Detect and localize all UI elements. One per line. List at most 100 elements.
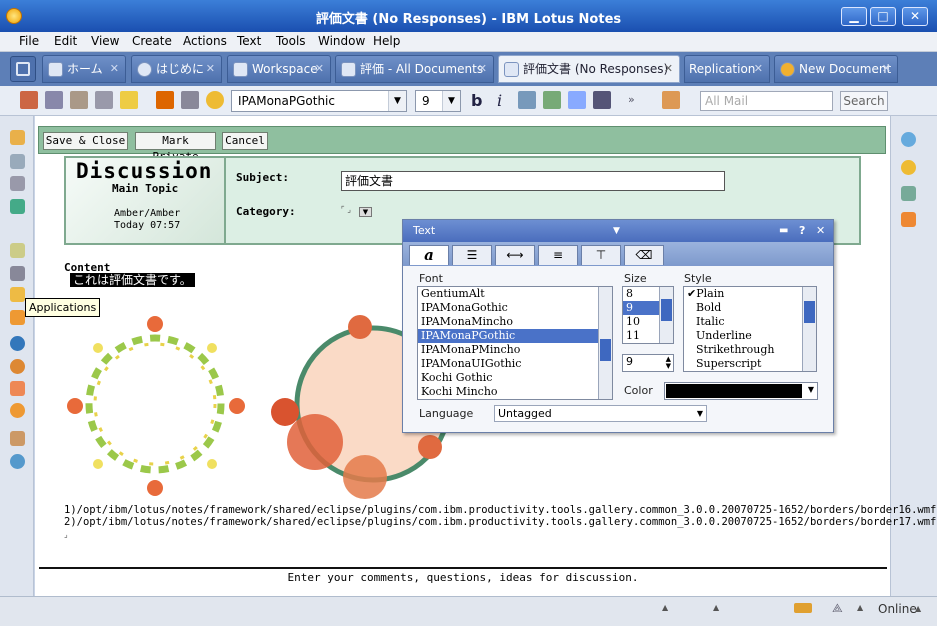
font-size-selector[interactable]: 9 ▼ <box>415 90 461 112</box>
mark-private-button[interactable]: Mark Private <box>135 132 216 163</box>
maximize-button[interactable]: □ <box>870 7 896 26</box>
style-list-item[interactable]: Italic <box>684 315 816 329</box>
subject-field[interactable]: 評価文書 <box>341 171 725 191</box>
outdent-icon[interactable] <box>568 91 586 109</box>
style-list-item-checked[interactable]: ✔Plain <box>684 287 816 301</box>
copy-icon[interactable] <box>45 91 63 109</box>
workspace-icon[interactable] <box>10 266 25 281</box>
new-icon[interactable] <box>120 91 138 109</box>
tab-document-active[interactable]: 評価文書 (No Responses) ✕ <box>498 55 680 83</box>
home-icon[interactable] <box>10 431 25 446</box>
font-list-item[interactable]: IPAMonaUIGothicŦ <box>418 357 612 371</box>
menu-actions[interactable]: Actions <box>183 34 227 48</box>
indent-icon[interactable] <box>543 91 561 109</box>
close-tab-icon[interactable]: ✕ <box>882 56 891 82</box>
location-icon[interactable]: ⟁ <box>832 601 843 616</box>
style-list[interactable]: ✔Plain Bold Italic Underline Strikethrou… <box>683 286 817 372</box>
menu-file[interactable]: File <box>19 34 39 48</box>
paragraph-hide-tab[interactable]: ≡ <box>538 245 578 265</box>
status-up-arrow-icon[interactable]: ▲ <box>662 603 668 612</box>
style-list-scrollbar[interactable] <box>802 287 816 371</box>
open-list-button[interactable] <box>10 56 36 82</box>
paste-special-icon[interactable] <box>95 91 113 109</box>
replication-icon[interactable] <box>10 243 25 258</box>
tab-home[interactable]: ホーム ✕ <box>42 55 126 83</box>
bullet-list-icon[interactable] <box>593 91 611 109</box>
cut-icon[interactable] <box>20 91 38 109</box>
tab-getting-started[interactable]: はじめに ✕ <box>131 55 222 83</box>
rss-feed-icon[interactable] <box>901 212 916 227</box>
mail-icon[interactable] <box>10 130 25 145</box>
todo-icon[interactable] <box>10 199 25 214</box>
online-status[interactable]: Online <box>878 602 917 616</box>
menu-edit[interactable]: Edit <box>54 34 77 48</box>
font-list-item-selected[interactable]: IPAMonaPGothicŦ <box>418 329 612 343</box>
activities-icon[interactable] <box>901 160 916 175</box>
language-selector[interactable]: Untagged ▼ <box>494 405 707 422</box>
spinner-arrows-icon[interactable]: ▲ ▼ <box>666 356 671 370</box>
paragraph-alignment-tab[interactable]: ☰ <box>452 245 492 265</box>
status-up-arrow-icon[interactable]: ▲ <box>857 603 863 612</box>
paste-icon[interactable] <box>70 91 88 109</box>
tab-workspace[interactable]: Workspace ✕ <box>227 55 331 83</box>
search-input[interactable]: All Mail <box>700 91 833 111</box>
mail-tools-icon[interactable] <box>662 91 680 109</box>
folder-icon[interactable] <box>10 310 25 325</box>
close-tab-icon[interactable]: ✕ <box>664 56 673 82</box>
contacts-icon[interactable] <box>10 176 25 191</box>
menu-create[interactable]: Create <box>132 34 172 48</box>
toolbar-overflow-icon[interactable]: » <box>628 93 635 106</box>
scrollbar-thumb[interactable] <box>804 301 815 323</box>
menu-help[interactable]: Help <box>373 34 400 48</box>
highlighter-icon[interactable] <box>518 91 536 109</box>
font-tab[interactable]: a <box>409 245 449 265</box>
calendar-icon[interactable] <box>10 154 25 169</box>
font-list-item[interactable]: IPAMonaGothicŦ <box>418 301 612 315</box>
tab-all-documents[interactable]: 評価 - All Documents ✕ <box>335 55 494 83</box>
font-list-item[interactable]: Kochi GothicŦ <box>418 371 612 385</box>
status-up-arrow-icon[interactable]: ▲ <box>915 604 921 613</box>
paragraph-styles-tab[interactable]: ⊤ <box>581 245 621 265</box>
font-list-item[interactable]: IPAMonaPMinchoŦ <box>418 343 612 357</box>
tab-replication[interactable]: Replication ✕ <box>684 55 770 83</box>
style-list-item[interactable]: Strikethrough <box>684 343 816 357</box>
close-tab-icon[interactable]: ✕ <box>110 56 119 82</box>
font-selector[interactable]: IPAMonaPGothic ▼ <box>231 90 407 112</box>
style-list-item[interactable]: Bold <box>684 301 816 315</box>
minimize-button[interactable]: ▁ <box>841 7 867 26</box>
help-icon[interactable]: ? <box>799 220 805 242</box>
scrollbar-thumb[interactable] <box>600 339 611 361</box>
close-icon[interactable]: ✕ <box>816 220 825 242</box>
menu-view[interactable]: View <box>91 34 119 48</box>
font-list-scrollbar[interactable] <box>598 287 612 399</box>
menu-tools[interactable]: Tools <box>276 34 306 48</box>
close-tab-icon[interactable]: ✕ <box>754 56 763 82</box>
panel-menu-icon[interactable]: ▬ <box>779 220 788 242</box>
chat-icon[interactable] <box>901 132 916 147</box>
tab-new-document[interactable]: New Document ✕ <box>774 55 898 83</box>
panel-title-bar[interactable]: Text ▼ ▬ ? ✕ <box>403 220 833 242</box>
search-button[interactable]: Search <box>840 91 888 111</box>
font-list-item[interactable]: Kochi MinchoŦ <box>418 385 612 399</box>
content-body[interactable]: これは評価文書です。 <box>70 273 195 287</box>
cancel-button[interactable]: Cancel <box>222 132 268 150</box>
print-icon[interactable] <box>181 91 199 109</box>
feeds-icon[interactable] <box>10 381 25 396</box>
close-tab-icon[interactable]: ✕ <box>478 56 487 82</box>
category-field[interactable]: ⌜ ⌟ ▼ <box>341 205 373 217</box>
italic-icon[interactable]: i <box>497 91 502 110</box>
activities-icon[interactable] <box>10 403 25 418</box>
web-icon[interactable] <box>10 336 25 351</box>
key-icon[interactable] <box>794 603 812 613</box>
size-list[interactable]: 8 9 10 11 <box>622 286 674 344</box>
day-at-a-glance-icon[interactable] <box>901 186 916 201</box>
save-close-button[interactable]: Save & Close <box>43 132 128 150</box>
menu-text[interactable]: Text <box>237 34 261 48</box>
sametime-icon[interactable] <box>10 359 25 374</box>
help-icon[interactable] <box>10 454 25 469</box>
color-picker[interactable]: ▼ <box>664 382 818 400</box>
stop-icon[interactable] <box>206 91 224 109</box>
save-icon[interactable] <box>156 91 174 109</box>
menu-window[interactable]: Window <box>318 34 365 48</box>
paragraph-margins-tab[interactable]: ⟷ <box>495 245 535 265</box>
